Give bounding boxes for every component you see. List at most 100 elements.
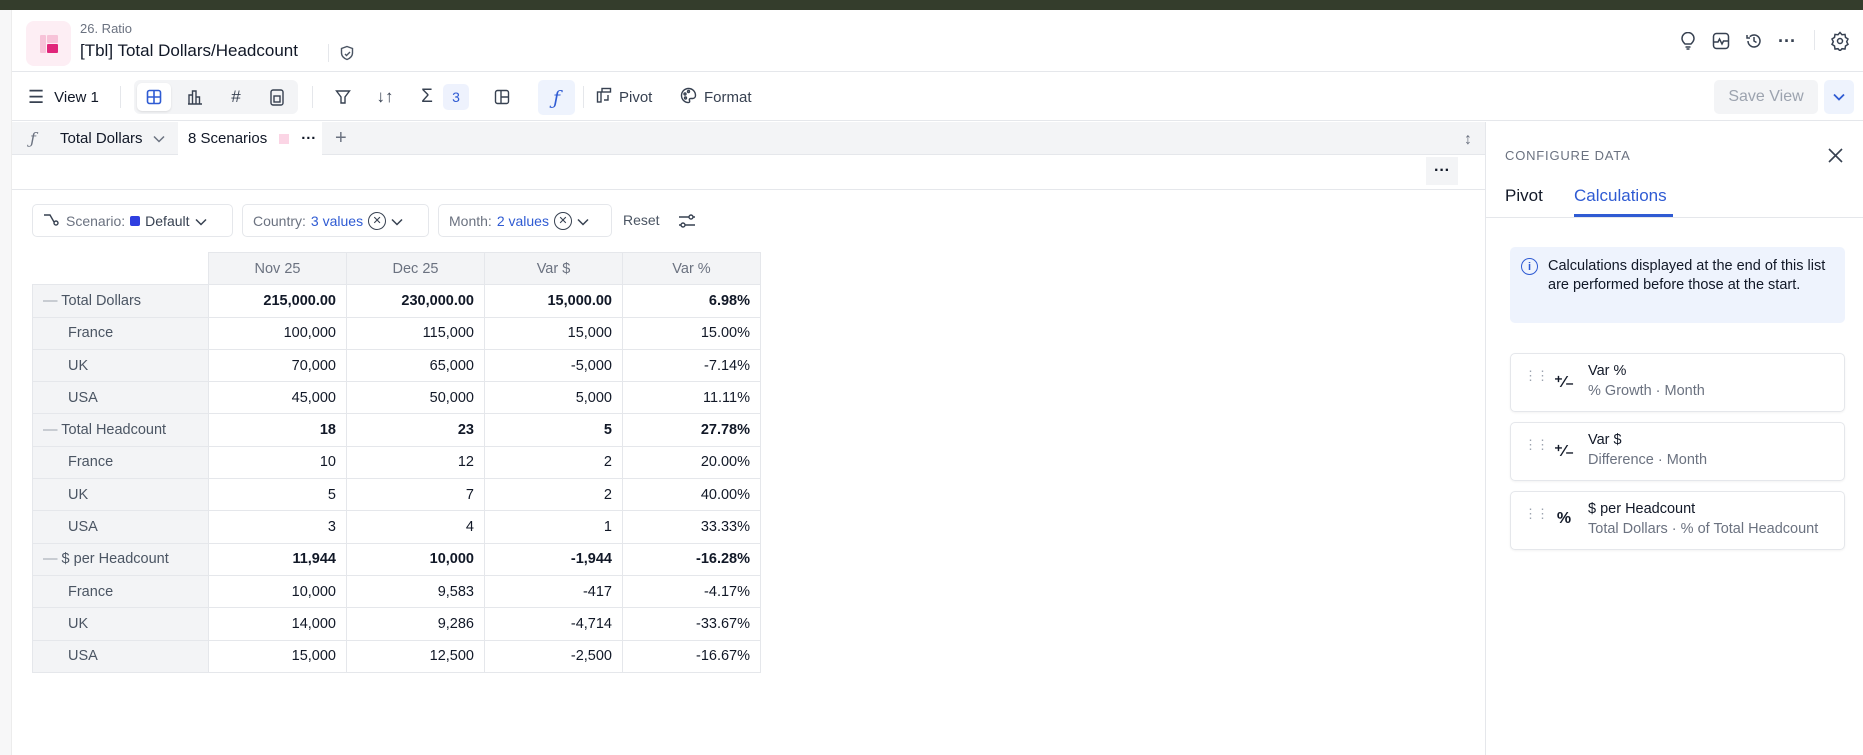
lightbulb-icon[interactable] bbox=[1676, 29, 1700, 53]
table-cell[interactable]: -4,714 bbox=[484, 607, 623, 641]
collapse-minus-icon[interactable]: — bbox=[43, 422, 61, 438]
table-cell[interactable]: 15,000.00 bbox=[484, 284, 623, 318]
table-cell[interactable]: -1,944 bbox=[484, 542, 623, 576]
table-cell[interactable]: 10,000 bbox=[346, 542, 485, 576]
save-options-chevron-down-icon[interactable] bbox=[1824, 80, 1854, 114]
table-cell[interactable]: -16.28% bbox=[622, 542, 761, 576]
table-cell[interactable]: 115,000 bbox=[346, 316, 485, 350]
column-header[interactable]: Dec 25 bbox=[346, 251, 485, 286]
table-cell[interactable]: 230,000.00 bbox=[346, 284, 485, 318]
filter-icon[interactable] bbox=[331, 80, 355, 114]
page-title[interactable]: [Tbl] Total Dollars/Headcount bbox=[80, 41, 298, 61]
filter-settings-sliders-icon[interactable] bbox=[676, 210, 698, 232]
row-label[interactable]: — $ per Headcount bbox=[32, 542, 209, 576]
settings-gear-icon[interactable] bbox=[1828, 29, 1852, 53]
table-cell[interactable]: 12 bbox=[346, 445, 485, 480]
sigma-summary-icon[interactable]: Σ bbox=[415, 80, 439, 114]
calculation-count-badge[interactable]: 3 bbox=[443, 84, 469, 110]
table-cell[interactable]: 14,000 bbox=[208, 607, 347, 641]
clear-circle-x-icon[interactable]: ✕ bbox=[553, 211, 572, 230]
number-view-icon[interactable]: # bbox=[219, 83, 253, 111]
pivot-button[interactable]: Pivot bbox=[596, 80, 652, 114]
table-cell[interactable]: -16.67% bbox=[622, 639, 761, 673]
drag-handle-icon[interactable]: ⋮⋮ bbox=[1524, 438, 1549, 451]
table-view-icon[interactable] bbox=[137, 83, 171, 111]
drag-handle-icon[interactable]: ⋮⋮ bbox=[1524, 369, 1549, 382]
table-cell[interactable]: 45,000 bbox=[208, 381, 347, 415]
row-label[interactable]: — Total Headcount bbox=[32, 413, 209, 447]
row-label[interactable]: — Total Dollars bbox=[32, 284, 209, 318]
table-cell[interactable]: 20.00% bbox=[622, 445, 761, 480]
formula-icon[interactable]: ƒ bbox=[538, 80, 575, 115]
table-cell[interactable]: 9,286 bbox=[346, 607, 485, 641]
table-cell[interactable]: -4.17% bbox=[622, 574, 761, 609]
month-filter[interactable]: Month: 2 values ✕ bbox=[438, 204, 612, 237]
drag-handle-icon[interactable]: ⋮⋮ bbox=[1524, 507, 1549, 520]
layout-panel-icon[interactable] bbox=[490, 80, 514, 114]
table-cell[interactable]: 5 bbox=[484, 413, 623, 447]
more-options-icon[interactable]: ··· bbox=[1775, 29, 1799, 53]
collapse-minus-icon[interactable]: — bbox=[43, 551, 62, 567]
table-cell[interactable]: -5,000 bbox=[484, 348, 623, 383]
table-cell[interactable]: 3 bbox=[208, 510, 347, 544]
sort-icon[interactable]: ↓↑ bbox=[373, 80, 397, 114]
view-menu-button[interactable]: ☰ View 1 bbox=[28, 80, 99, 114]
table-cell[interactable]: 9,583 bbox=[346, 574, 485, 609]
table-cell[interactable]: -2,500 bbox=[484, 639, 623, 673]
clear-circle-x-icon[interactable]: ✕ bbox=[368, 211, 387, 230]
table-cell[interactable]: 5 bbox=[208, 478, 347, 512]
collapse-minus-icon[interactable]: — bbox=[43, 293, 61, 309]
table-cell[interactable]: 18 bbox=[208, 413, 347, 447]
table-cell[interactable]: 12,500 bbox=[346, 639, 485, 673]
format-button[interactable]: Format bbox=[680, 80, 752, 114]
table-cell[interactable]: 1 bbox=[484, 510, 623, 544]
table-cell[interactable]: 23 bbox=[346, 413, 485, 447]
table-cell[interactable]: 10,000 bbox=[208, 574, 347, 609]
save-view-button[interactable]: Save View bbox=[1714, 80, 1818, 114]
panel-tab-calculations[interactable]: Calculations bbox=[1574, 186, 1667, 206]
history-icon[interactable] bbox=[1742, 29, 1766, 53]
expand-vertical-icon[interactable]: ↕ bbox=[1458, 128, 1478, 152]
table-cell[interactable]: 15,000 bbox=[208, 639, 347, 673]
panel-tab-pivot[interactable]: Pivot bbox=[1505, 186, 1543, 206]
table-cell[interactable]: -417 bbox=[484, 574, 623, 609]
table-cell[interactable]: 11,944 bbox=[208, 542, 347, 576]
tab-scenarios[interactable]: 8 Scenarios ··· bbox=[178, 122, 322, 155]
tab-more-icon[interactable]: ··· bbox=[301, 130, 316, 147]
add-tab-plus-icon[interactable]: + bbox=[335, 122, 347, 155]
strip-more-icon[interactable]: ··· bbox=[1426, 157, 1458, 185]
table-cell[interactable]: 7 bbox=[346, 478, 485, 512]
calculation-card[interactable]: ⋮⋮ ⁺∕₋ Var % % Growth · Month bbox=[1510, 353, 1845, 412]
close-icon[interactable] bbox=[1824, 144, 1846, 166]
table-cell[interactable]: 70,000 bbox=[208, 348, 347, 383]
chart-view-icon[interactable] bbox=[178, 83, 212, 111]
table-cell[interactable]: 100,000 bbox=[208, 316, 347, 350]
country-filter[interactable]: Country: 3 values ✕ bbox=[242, 204, 429, 237]
column-header[interactable]: Nov 25 bbox=[208, 251, 347, 286]
table-cell[interactable]: 15.00% bbox=[622, 316, 761, 350]
calculation-card[interactable]: ⋮⋮ ⁺∕₋ Var $ Difference · Month bbox=[1510, 422, 1845, 481]
table-cell[interactable]: 33.33% bbox=[622, 510, 761, 544]
table-cell[interactable]: 10 bbox=[208, 445, 347, 480]
table-cell[interactable]: 4 bbox=[346, 510, 485, 544]
calculation-card[interactable]: ⋮⋮% $ per Headcount Total Dollars · % of T… bbox=[1510, 491, 1845, 550]
table-cell[interactable]: 2 bbox=[484, 445, 623, 480]
reset-filters-button[interactable]: Reset bbox=[623, 212, 660, 228]
table-cell[interactable]: 27.78% bbox=[622, 413, 761, 447]
table-cell[interactable]: 50,000 bbox=[346, 381, 485, 415]
table-cell[interactable]: -33.67% bbox=[622, 607, 761, 641]
table-cell[interactable]: 6.98% bbox=[622, 284, 761, 318]
scenario-filter[interactable]: Scenario: Default bbox=[32, 204, 233, 237]
metric-selector[interactable]: Total Dollars bbox=[60, 122, 165, 155]
column-header[interactable]: Var $ bbox=[484, 251, 623, 286]
table-cell[interactable]: 5,000 bbox=[484, 381, 623, 415]
table-cell[interactable]: 65,000 bbox=[346, 348, 485, 383]
calculator-view-icon[interactable] bbox=[260, 83, 294, 111]
table-cell[interactable]: 2 bbox=[484, 478, 623, 512]
table-cell[interactable]: 15,000 bbox=[484, 316, 623, 350]
table-cell[interactable]: 215,000.00 bbox=[208, 284, 347, 318]
activity-monitor-icon[interactable] bbox=[1709, 29, 1733, 53]
shield-check-icon[interactable] bbox=[336, 42, 358, 64]
table-cell[interactable]: 40.00% bbox=[622, 478, 761, 512]
table-cell[interactable]: 11.11% bbox=[622, 381, 761, 415]
